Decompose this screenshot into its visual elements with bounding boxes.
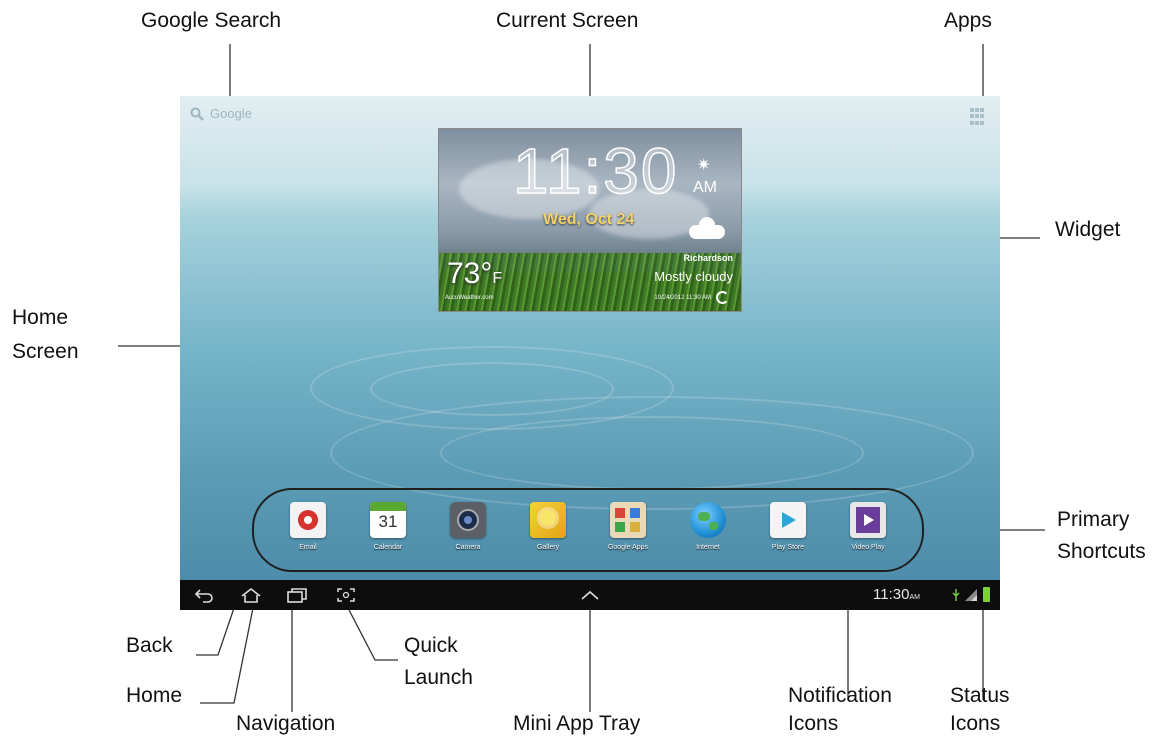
signal-strength-icon: [965, 589, 977, 601]
calendar-day: 31: [378, 512, 398, 531]
search-placeholder: Google: [210, 106, 252, 121]
status-clock-ampm: AM: [909, 594, 920, 601]
wallpaper-ripple: [440, 416, 864, 490]
battery-icon: [983, 587, 990, 602]
callout-quick-launch-line1: Quick: [404, 634, 458, 657]
widget-temperature-unit: F: [492, 270, 503, 287]
shortcut-gallery[interactable]: Gallery: [508, 502, 588, 551]
shortcut-google-apps[interactable]: Google Apps: [588, 502, 668, 551]
gallery-icon: [530, 502, 566, 538]
callout-primary-shortcuts-line1: Primary: [1057, 508, 1130, 531]
apps-grid-icon[interactable]: [970, 108, 984, 126]
callout-widget: Widget: [1055, 218, 1121, 241]
shortcut-email[interactable]: Email: [268, 502, 348, 551]
clock-weather-widget[interactable]: 11:30 ✷ AM Wed, Oct 24 73°F Richardson M…: [438, 128, 742, 312]
callout-notification-icons-line2: Icons: [788, 712, 839, 735]
shortcut-play-store[interactable]: Play Store: [748, 502, 828, 551]
recent-apps-icon[interactable]: [286, 587, 308, 603]
callout-home-screen-line1: Home: [12, 306, 69, 329]
callout-back: Back: [126, 634, 173, 657]
callout-current-screen: Current Screen: [496, 9, 639, 32]
google-apps-folder-icon: [610, 502, 646, 538]
callout-google-search: Google Search: [141, 9, 282, 32]
widget-condition: Mostly cloudy: [654, 269, 733, 284]
callout-status-icons-line2: Icons: [950, 712, 1001, 735]
system-bar: 11:30AM: [180, 580, 1000, 610]
tablet-home-screen[interactable]: Google 11:30 ✷ AM Wed, Oct 24 73°F Richa…: [180, 96, 1000, 610]
cloudy-weather-icon: [689, 217, 725, 239]
widget-date: Wed, Oct 24: [543, 211, 635, 228]
primary-shortcuts-bar: Email 31 Calendar Camera Gallery Google …: [268, 502, 908, 551]
home-icon[interactable]: [240, 587, 262, 603]
search-icon: [190, 107, 204, 121]
shortcut-label: Email: [299, 544, 317, 551]
callout-mini-app-tray: Mini App Tray: [513, 712, 641, 735]
mini-app-tray-chevron-icon[interactable]: [579, 589, 601, 601]
usb-notification-icon[interactable]: [952, 588, 960, 602]
play-store-icon: [770, 502, 806, 538]
shortcut-label: Calendar: [373, 544, 403, 551]
widget-time: 11:30: [512, 135, 679, 207]
internet-globe-icon: [690, 502, 726, 538]
widget-updated-time: 10/24/2012 11:30 AM: [654, 295, 711, 301]
shortcut-internet[interactable]: Internet: [668, 502, 748, 551]
shortcut-calendar[interactable]: 31 Calendar: [348, 502, 428, 551]
widget-ampm: AM: [693, 179, 717, 196]
quick-launch-icon[interactable]: [336, 587, 356, 603]
video-player-icon: [850, 502, 886, 538]
shortcut-label: Video Play: [851, 544, 885, 551]
status-clock: 11:30AM: [873, 586, 920, 603]
email-icon: [290, 502, 326, 538]
callout-primary-shortcuts-line2: Shortcuts: [1057, 540, 1146, 563]
widget-temperature: 73°F: [447, 257, 503, 290]
callout-navigation: Navigation: [236, 712, 336, 735]
shortcut-label: Play Store: [771, 544, 805, 551]
shortcut-label: Internet: [696, 544, 720, 551]
shortcut-label: Camera: [455, 544, 481, 551]
camera-icon: [450, 502, 486, 538]
back-icon[interactable]: [194, 587, 214, 603]
callout-apps: Apps: [944, 9, 992, 32]
shortcut-video-player[interactable]: Video Play: [828, 502, 908, 551]
widget-city: Richardson: [683, 253, 733, 263]
widget-source: AccuWeather.com: [445, 295, 494, 301]
sun-icon: ✷: [697, 157, 711, 174]
shortcut-label: Google Apps: [607, 544, 649, 551]
shortcut-camera[interactable]: Camera: [428, 502, 508, 551]
callout-home-screen-line2: Screen: [12, 340, 79, 363]
google-search-bar[interactable]: Google: [190, 106, 252, 121]
callout-home: Home: [126, 684, 183, 707]
refresh-icon[interactable]: [716, 291, 729, 304]
callout-quick-launch-line2: Launch: [404, 666, 473, 689]
calendar-icon: 31: [370, 502, 406, 538]
shortcut-label: Gallery: [536, 544, 560, 551]
